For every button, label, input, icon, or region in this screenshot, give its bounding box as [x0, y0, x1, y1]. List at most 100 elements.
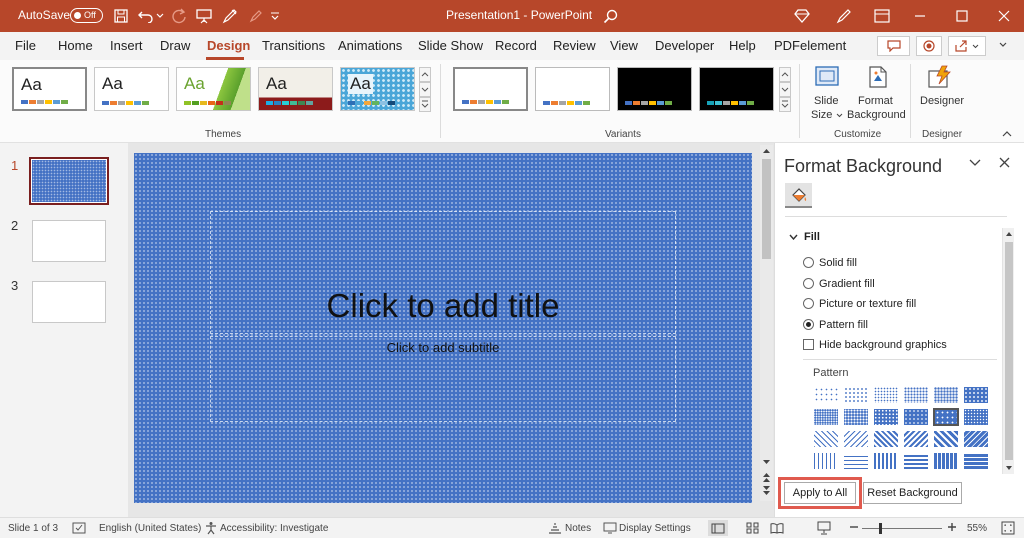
- pattern-swatch[interactable]: [813, 430, 839, 448]
- pattern-swatch[interactable]: [843, 408, 869, 426]
- pattern-fill-label[interactable]: Pattern fill: [819, 319, 868, 331]
- variants-more-button[interactable]: [779, 97, 791, 112]
- themes-scroll-up[interactable]: [419, 67, 431, 82]
- solid-fill-radio[interactable]: [803, 257, 814, 268]
- theme-office[interactable]: Aa: [12, 67, 87, 111]
- slide-thumbnail-1[interactable]: [29, 157, 109, 205]
- pattern-swatch[interactable]: [903, 452, 929, 470]
- pane-options-chevron-icon[interactable]: [969, 159, 981, 167]
- zoom-slider-thumb[interactable]: [879, 523, 882, 534]
- zoom-in-button[interactable]: [947, 522, 957, 532]
- undo-dropdown-icon[interactable]: [154, 6, 166, 26]
- tab-animations[interactable]: Animations: [338, 38, 402, 53]
- close-icon[interactable]: [994, 6, 1014, 26]
- fill-section-header[interactable]: Fill: [789, 231, 820, 243]
- gradient-fill-radio[interactable]: [803, 278, 814, 289]
- pane-close-icon[interactable]: [999, 157, 1010, 168]
- pattern-swatch-selected[interactable]: [932, 407, 960, 427]
- fit-slide-icon[interactable]: [1001, 521, 1015, 535]
- pattern-swatch[interactable]: [903, 386, 929, 404]
- pattern-swatch[interactable]: [873, 386, 899, 404]
- variant-3[interactable]: [617, 67, 692, 111]
- pattern-swatch[interactable]: [813, 408, 839, 426]
- pattern-swatch[interactable]: [813, 386, 839, 404]
- record-button[interactable]: [916, 36, 942, 56]
- scrollbar-thumb[interactable]: [762, 159, 771, 259]
- share-button[interactable]: [948, 36, 986, 56]
- pattern-swatch[interactable]: [813, 452, 839, 470]
- tab-view[interactable]: View: [610, 38, 638, 53]
- scroll-up-icon[interactable]: [761, 146, 772, 156]
- tab-pdfelement[interactable]: PDFelement: [774, 38, 846, 53]
- autosave-toggle[interactable]: Off: [70, 8, 103, 23]
- pattern-swatch[interactable]: [933, 386, 959, 404]
- maximize-icon[interactable]: [952, 6, 972, 26]
- reset-background-button[interactable]: Reset Background: [863, 482, 962, 504]
- pattern-swatch[interactable]: [903, 408, 929, 426]
- customize-qat-icon[interactable]: [268, 6, 282, 26]
- pattern-swatch[interactable]: [843, 386, 869, 404]
- pattern-swatch[interactable]: [903, 430, 929, 448]
- slide-thumbnail-2[interactable]: [32, 220, 106, 262]
- collapse-ribbon-icon[interactable]: [1002, 130, 1012, 137]
- pattern-swatch[interactable]: [843, 452, 869, 470]
- format-background-button[interactable]: Format Background: [847, 64, 908, 124]
- variant-2[interactable]: [535, 67, 610, 111]
- theme-pattern[interactable]: Aa: [340, 67, 415, 111]
- search-icon[interactable]: [600, 6, 620, 26]
- pattern-swatch[interactable]: [933, 430, 959, 448]
- tab-record[interactable]: Record: [495, 38, 537, 53]
- picture-texture-fill-label[interactable]: Picture or texture fill: [819, 298, 916, 310]
- redo-icon[interactable]: [169, 6, 189, 26]
- pattern-swatch[interactable]: [843, 430, 869, 448]
- tab-design[interactable]: Design: [207, 38, 250, 53]
- theme-office-2[interactable]: Aa: [94, 67, 169, 111]
- tab-draw[interactable]: Draw: [160, 38, 190, 53]
- zoom-slider[interactable]: [862, 523, 942, 534]
- apply-to-all-button[interactable]: Apply to All: [784, 482, 856, 504]
- display-settings-icon[interactable]: [603, 522, 617, 534]
- theme-integral[interactable]: Aa: [258, 67, 333, 111]
- pattern-swatch[interactable]: [963, 452, 989, 470]
- tab-developer[interactable]: Developer: [655, 38, 714, 53]
- present-icon[interactable]: [194, 6, 214, 26]
- tab-home[interactable]: Home: [58, 38, 93, 53]
- pattern-swatch[interactable]: [933, 452, 959, 470]
- diamond-icon[interactable]: [792, 6, 812, 26]
- highlighter-icon[interactable]: [246, 6, 266, 26]
- slide-size-button[interactable]: Slide Size: [806, 64, 848, 124]
- canvas-scrollbar[interactable]: [760, 145, 773, 501]
- save-icon[interactable]: [111, 6, 131, 26]
- pattern-swatch[interactable]: [873, 430, 899, 448]
- comments-button[interactable]: [877, 36, 910, 56]
- tab-insert[interactable]: Insert: [110, 38, 143, 53]
- solid-fill-label[interactable]: Solid fill: [819, 257, 857, 269]
- zoom-level[interactable]: 55%: [967, 523, 987, 534]
- slide-sorter-icon[interactable]: [746, 522, 759, 534]
- ribbon-display-icon[interactable]: [872, 6, 892, 26]
- display-settings-button[interactable]: Display Settings: [619, 523, 691, 534]
- variants-scroll-down[interactable]: [779, 82, 791, 97]
- pattern-swatch[interactable]: [873, 452, 899, 470]
- fill-category-tab[interactable]: [785, 183, 812, 208]
- tab-transitions[interactable]: Transitions: [262, 38, 325, 53]
- themes-scroll-down[interactable]: [419, 82, 431, 97]
- tab-review[interactable]: Review: [553, 38, 596, 53]
- pane-scrollbar[interactable]: [1002, 228, 1014, 474]
- pen-icon[interactable]: [834, 6, 854, 26]
- hide-background-graphics-checkbox[interactable]: [803, 339, 814, 350]
- undo-icon[interactable]: [136, 6, 156, 26]
- picture-texture-fill-radio[interactable]: [803, 298, 814, 309]
- variant-4[interactable]: [699, 67, 774, 111]
- pattern-swatch[interactable]: [963, 430, 989, 448]
- notes-button[interactable]: Notes: [565, 523, 591, 534]
- reading-view-icon[interactable]: [770, 522, 784, 534]
- slide[interactable]: Click to add title Click to add subtitle: [134, 153, 752, 503]
- zoom-out-button[interactable]: [849, 522, 859, 532]
- notes-icon[interactable]: [548, 522, 562, 534]
- previous-slide-icon[interactable]: [761, 471, 772, 483]
- pattern-fill-radio[interactable]: [803, 319, 814, 330]
- next-slide-icon[interactable]: [761, 485, 772, 497]
- accessibility-icon[interactable]: [204, 521, 218, 535]
- themes-more-button[interactable]: [419, 97, 431, 112]
